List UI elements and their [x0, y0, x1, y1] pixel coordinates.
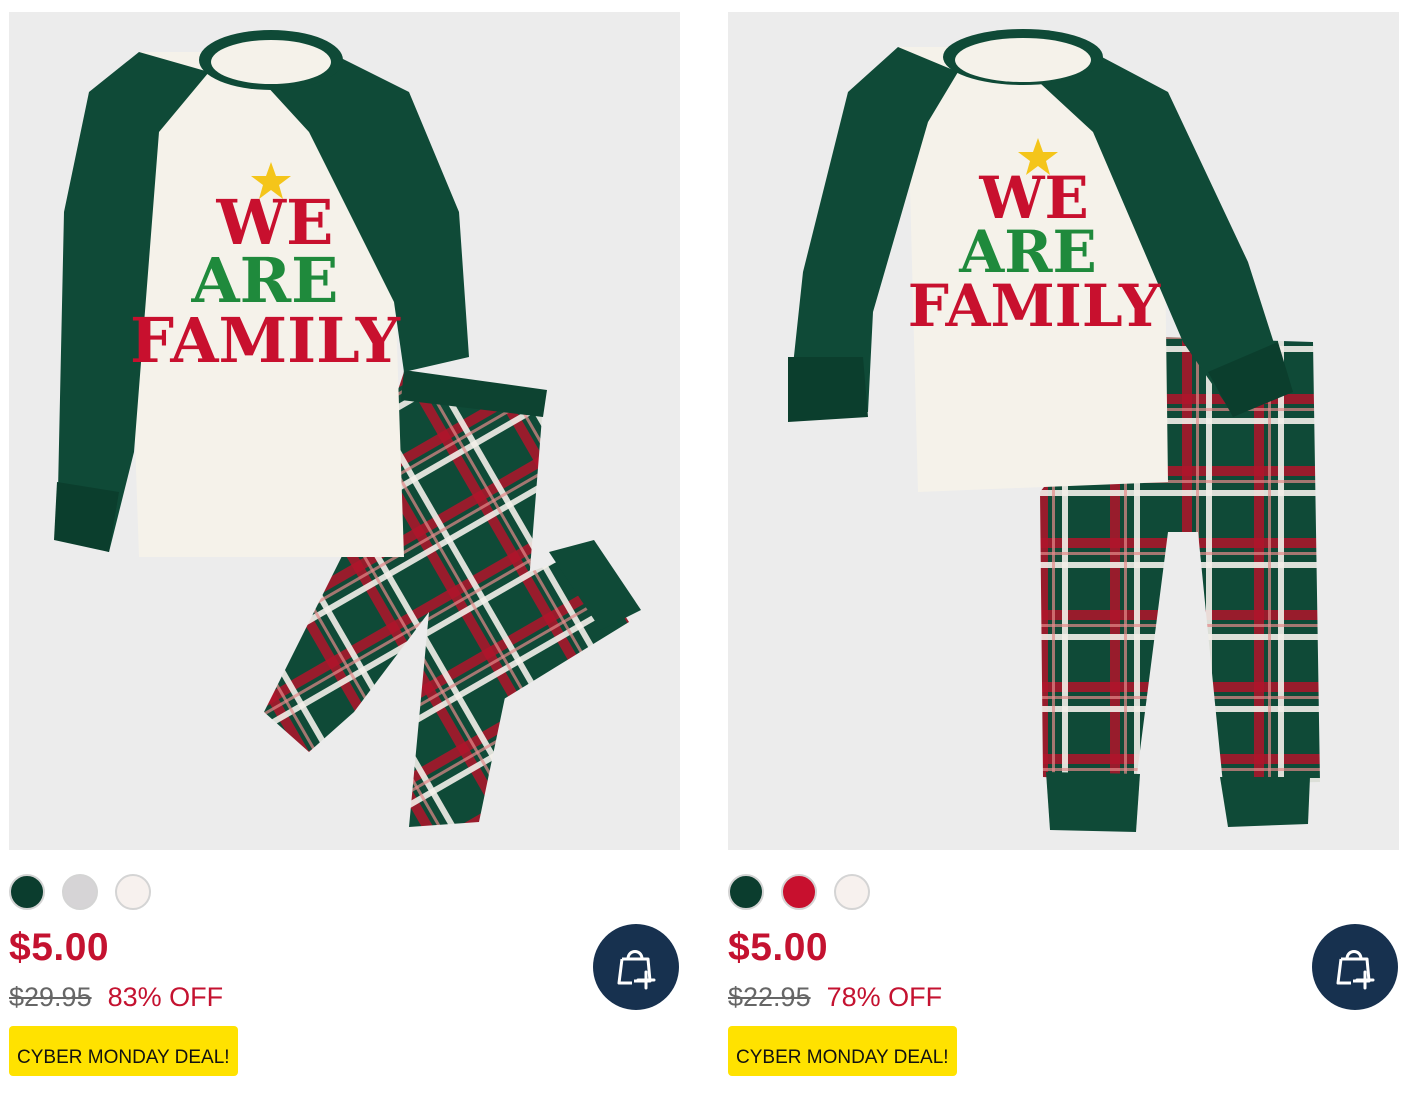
- color-swatch-red[interactable]: [781, 874, 817, 910]
- sale-price: $5.00: [9, 926, 110, 969]
- shirt-text-line3: FAMILY: [908, 272, 1161, 340]
- shirt-text-line3: FAMILY: [130, 304, 401, 377]
- color-swatches: [9, 874, 151, 914]
- color-swatch-white[interactable]: [115, 874, 151, 910]
- original-price: $29.95: [9, 982, 92, 1012]
- color-swatch-green[interactable]: [9, 874, 45, 910]
- price-comparison: $29.95 83% OFF: [9, 982, 223, 1013]
- price-comparison: $22.95 78% OFF: [728, 982, 942, 1013]
- color-swatch-white[interactable]: [834, 874, 870, 910]
- add-to-bag-button[interactable]: [1312, 924, 1398, 1010]
- promo-badge: CYBER MONDAY DEAL!: [728, 1026, 957, 1076]
- product-image[interactable]: WE ARE FAMILY: [728, 12, 1399, 850]
- shopping-bag-plus-icon: [1336, 950, 1375, 990]
- color-swatch-green[interactable]: [728, 874, 764, 910]
- promo-badge-text: CYBER MONDAY DEAL!: [736, 1047, 949, 1068]
- color-swatches: [728, 874, 870, 914]
- sale-price: $5.00: [728, 926, 829, 969]
- shopping-bag-plus-icon: [617, 950, 656, 990]
- color-swatch-gray[interactable]: [62, 874, 98, 910]
- add-to-bag-button[interactable]: [593, 924, 679, 1010]
- discount-label: 83% OFF: [107, 982, 224, 1012]
- original-price: $22.95: [728, 982, 811, 1012]
- pajama-set-illustration: WE ARE FAMILY: [788, 29, 1320, 832]
- promo-badge: CYBER MONDAY DEAL!: [9, 1026, 238, 1076]
- discount-label: 78% OFF: [826, 982, 943, 1012]
- product-card[interactable]: WE ARE FAMILY $5.00 $22.95 78% OFF CYBER…: [728, 12, 1399, 1082]
- product-image[interactable]: WE ARE FAMILY: [9, 12, 680, 850]
- product-card[interactable]: WE ARE FAMILY $5.00 $29.95 83% OFF CYBER…: [9, 12, 680, 1082]
- pajama-set-illustration: WE ARE FAMILY: [54, 30, 641, 827]
- promo-badge-text: CYBER MONDAY DEAL!: [17, 1047, 230, 1068]
